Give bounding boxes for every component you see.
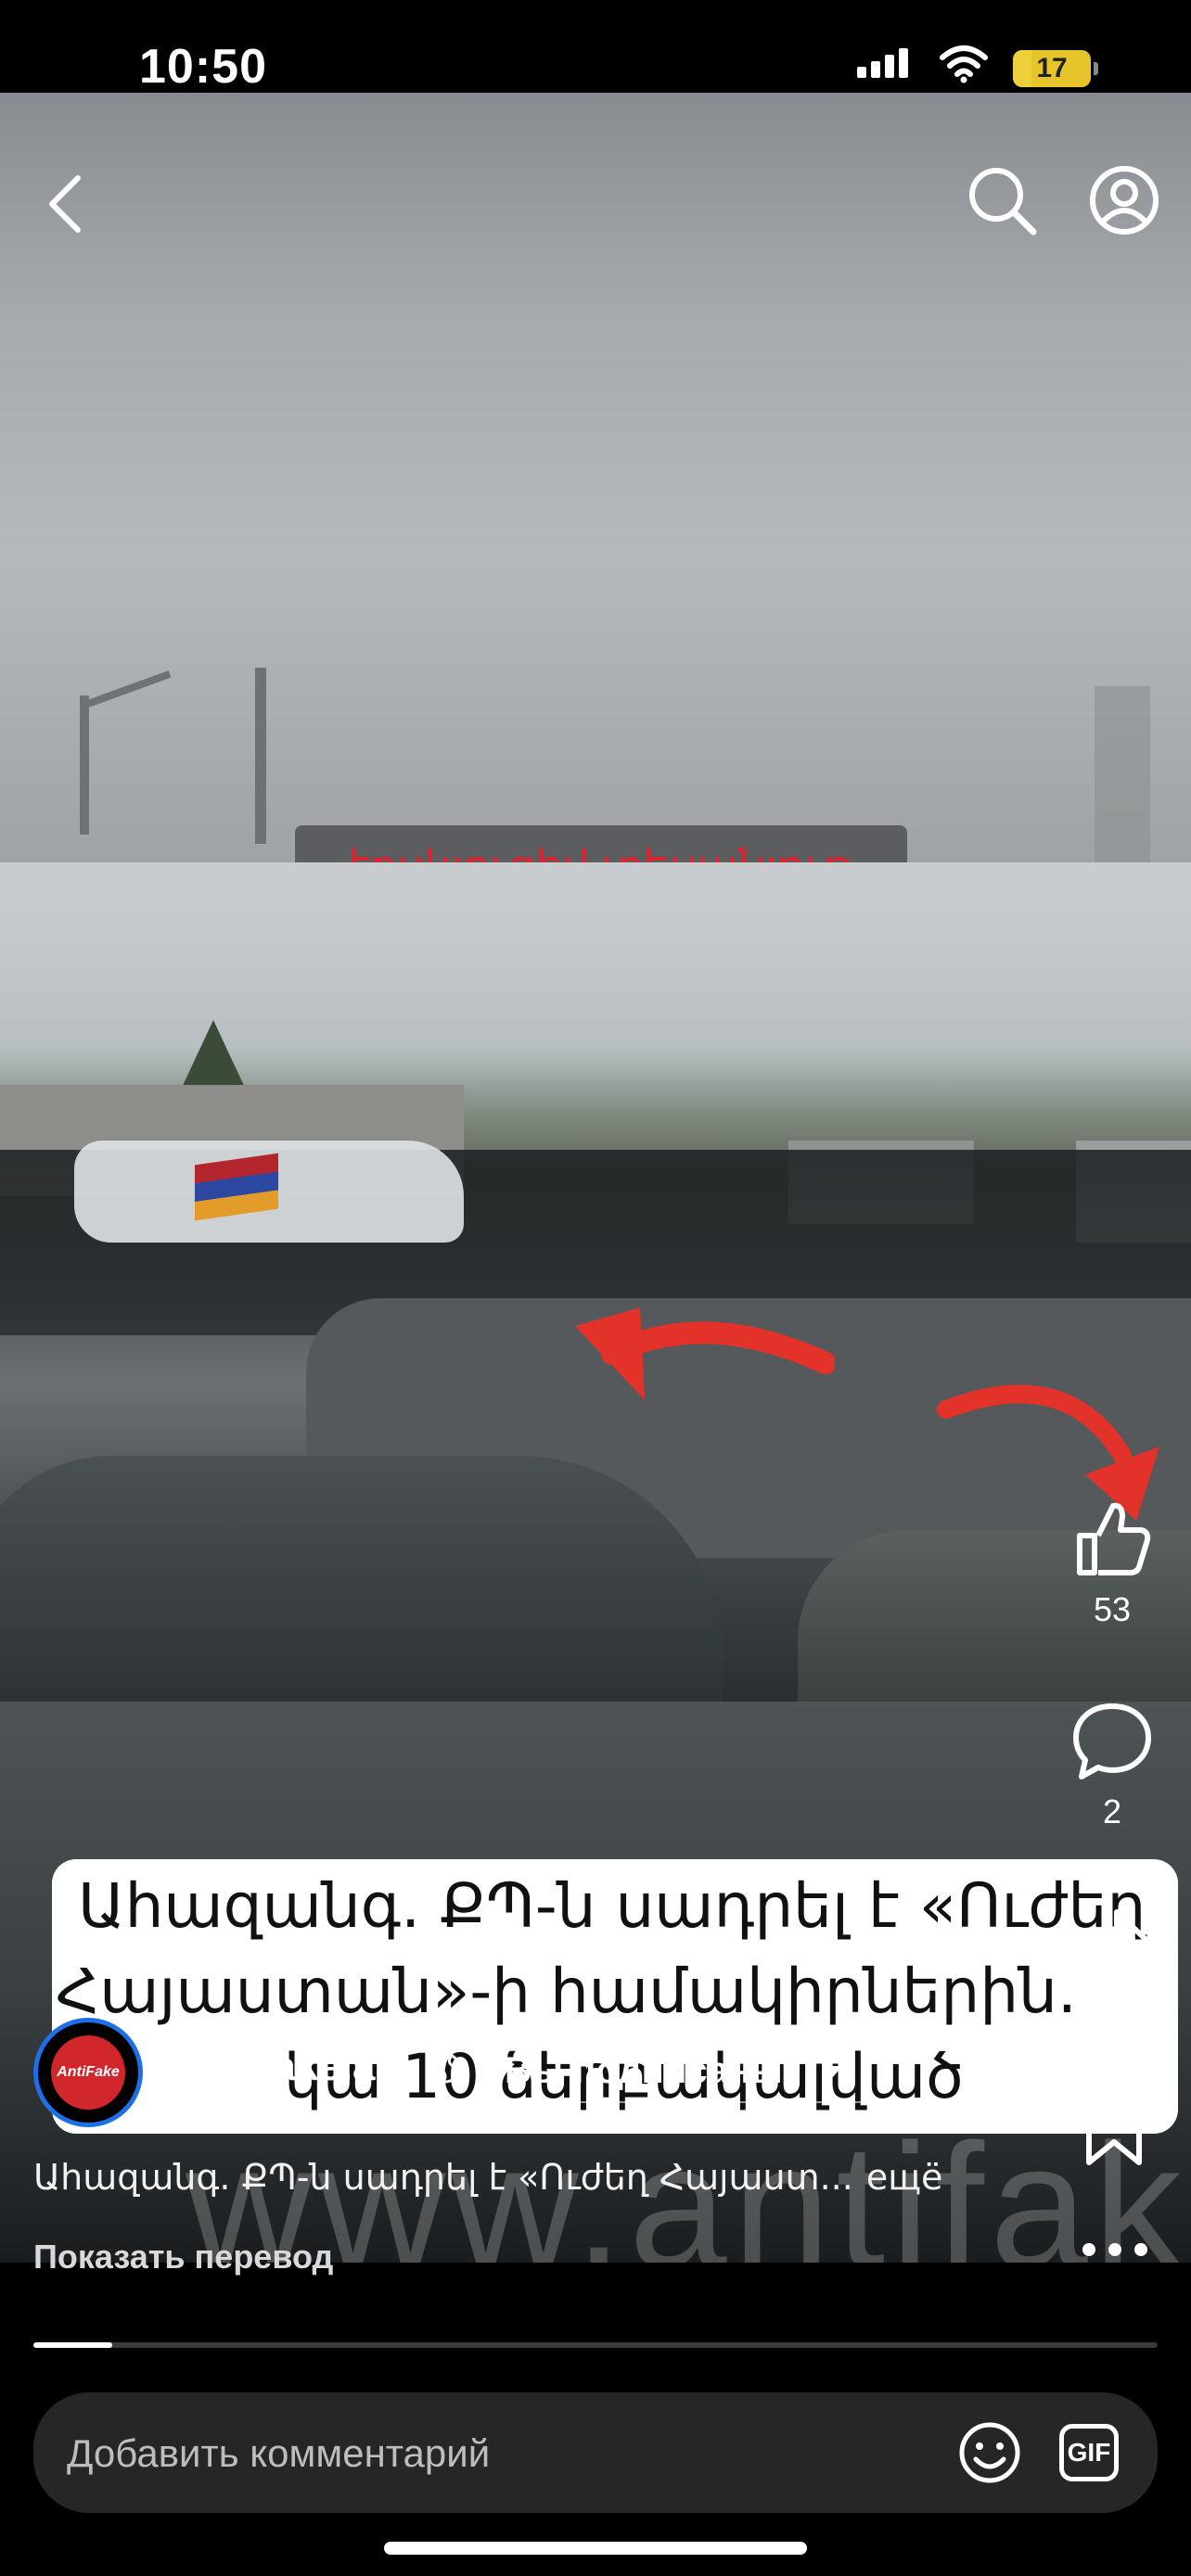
- status-bar: 10:50 17: [0, 0, 1191, 94]
- follow-label: Вы подписаны: [505, 2050, 783, 2091]
- show-translation-link[interactable]: Показать перевод: [33, 2238, 333, 2276]
- comment-input[interactable]: Добавить комментарий GIF: [33, 2392, 1158, 2513]
- gif-button[interactable]: GIF: [1059, 2424, 1119, 2481]
- comment-icon: [1073, 1703, 1151, 1779]
- video-player[interactable]: էքսկլուզիվ տեսանյութ www.antifake.am Ահա…: [0, 93, 1191, 2263]
- search-icon[interactable]: [965, 163, 1039, 237]
- emoji-icon[interactable]: [957, 2420, 1022, 2485]
- globe-icon: [429, 2052, 461, 2084]
- more-link[interactable]: ещё: [866, 2157, 943, 2198]
- post-text: Ահազանգ. ՔՊ-ն սադրել է «Ուժեղ Հայաստ...: [33, 2157, 853, 2198]
- status-time: 10:50: [139, 40, 267, 94]
- profile-icon[interactable]: [1087, 163, 1161, 237]
- author-name[interactable]: AntiFake.am: [169, 2044, 412, 2090]
- comment-button[interactable]: 2: [1061, 1699, 1163, 1831]
- more-options-icon[interactable]: [1080, 2238, 1150, 2261]
- video-progress-fill: [33, 2342, 112, 2348]
- like-button[interactable]: 53: [1061, 1497, 1163, 1629]
- wifi-icon: [940, 45, 988, 83]
- comment-placeholder: Добавить комментарий: [67, 2431, 491, 2475]
- thumbs-up-icon: [1077, 1502, 1151, 1575]
- video-progress-bar[interactable]: [33, 2342, 1158, 2348]
- signal-icon: [857, 48, 913, 78]
- back-button[interactable]: [41, 172, 87, 236]
- caption-line: Ահազանգ. ՔՊ-ն սադրել է «Ուժեղ: [78, 1870, 1146, 1942]
- avatar-logo: AntiFake: [51, 2035, 125, 2110]
- post-description[interactable]: Ահազանգ. ՔՊ-ն սադրել է «Ուժեղ Հայաստ... е…: [33, 2157, 942, 2198]
- comment-count: 2: [1102, 1792, 1122, 1830]
- avatar[interactable]: AntiFake: [33, 2018, 143, 2127]
- share-button[interactable]: 6: [1061, 1903, 1163, 2035]
- red-arrow-icon: [575, 1307, 835, 1400]
- chevron-down-icon: [824, 2066, 842, 2077]
- caption-line: Հայաստան»-ի համակիրներին.: [56, 1956, 1077, 2027]
- share-count: 6: [1102, 1996, 1122, 2034]
- home-indicator[interactable]: [384, 2542, 807, 2555]
- follow-button[interactable]: Вы подписаны: [482, 2036, 872, 2103]
- like-count: 53: [1093, 1590, 1132, 1628]
- bookmark-icon[interactable]: [1082, 2090, 1146, 2168]
- video-frame-scene: [0, 862, 1191, 1734]
- battery-icon: 17: [1013, 50, 1098, 87]
- share-icon: [1075, 1909, 1151, 1980]
